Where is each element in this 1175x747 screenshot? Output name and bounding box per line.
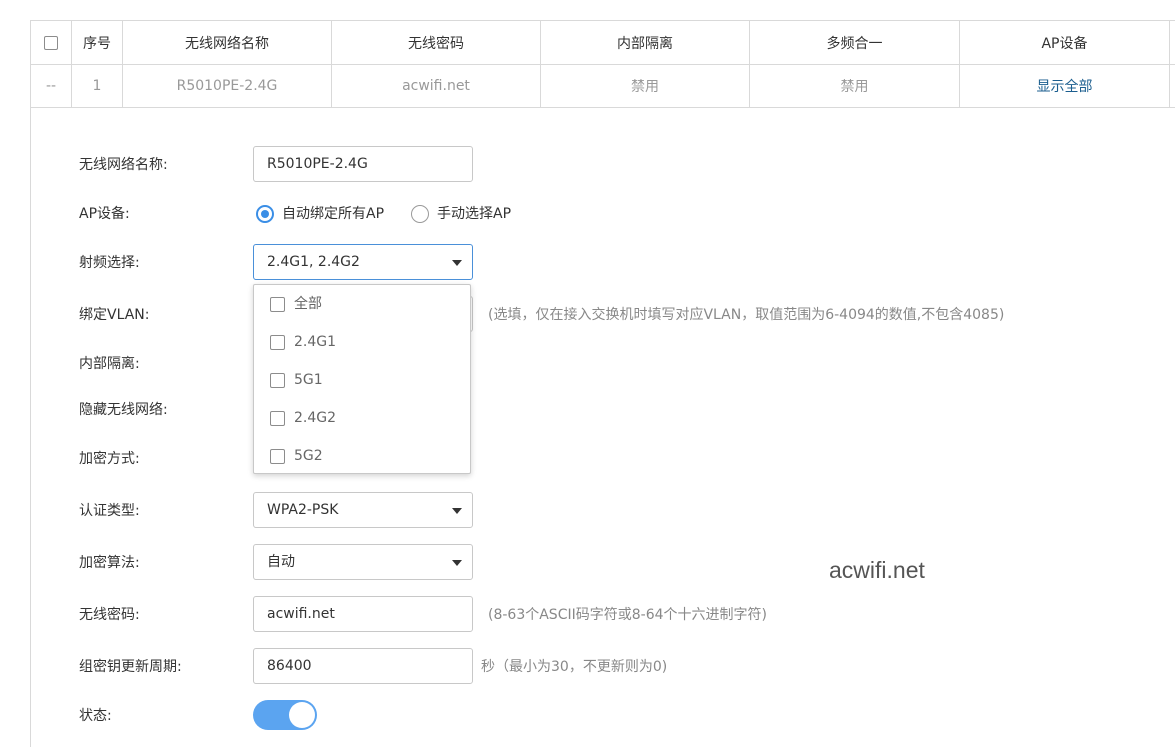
watermark-text: acwifi.net — [829, 557, 925, 584]
algorithm-select[interactable]: 自动 — [253, 544, 473, 580]
option-checkbox[interactable] — [270, 297, 285, 312]
option-label: 2.4G2 — [294, 408, 336, 428]
caret-down-icon — [452, 560, 462, 566]
radio-band-value: 2.4G1, 2.4G2 — [267, 254, 360, 270]
radio-band-select[interactable]: 2.4G1, 2.4G2 — [253, 244, 473, 280]
header-index: 序号 — [72, 21, 123, 65]
row-extra — [1170, 65, 1175, 108]
header-ssid: 无线网络名称 — [123, 21, 332, 65]
row-multiband: 禁用 — [750, 65, 960, 108]
option-5g2[interactable]: 5G2 — [270, 446, 323, 466]
show-all-link[interactable]: 显示全部 — [1037, 79, 1093, 95]
option-label: 5G2 — [294, 446, 323, 466]
option-2-4g1[interactable]: 2.4G1 — [270, 332, 336, 352]
table-row[interactable]: -- 1 R5010PE-2.4G acwifi.net 禁用 禁用 显示全部 — [31, 65, 1175, 108]
row-ssid: R5010PE-2.4G — [123, 65, 332, 108]
ap-manual-label: 手动选择AP — [437, 204, 511, 224]
option-all[interactable]: 全部 — [270, 294, 322, 314]
ap-auto-radio[interactable]: 自动绑定所有AP — [256, 204, 384, 224]
algorithm-label: 加密算法: — [79, 553, 140, 573]
status-toggle[interactable] — [253, 700, 317, 730]
rekey-hint: 秒（最小为30，不更新则为0) — [481, 657, 667, 677]
caret-down-icon — [452, 508, 462, 514]
row-dash: -- — [31, 65, 72, 108]
vlan-hint: (选填，仅在接入交换机时填写对应VLAN，取值范围为6-4094的数值,不包含4… — [488, 305, 1004, 325]
option-2-4g2[interactable]: 2.4G2 — [270, 408, 336, 428]
header-ap-device: AP设备 — [960, 21, 1170, 65]
table-header-row: 序号 无线网络名称 无线密码 内部隔离 多频合一 AP设备 — [31, 21, 1175, 65]
password-hint: (8-63个ASCII码字符或8-64个十六进制字符) — [488, 605, 767, 625]
rekey-input[interactable]: 86400 — [253, 648, 473, 684]
ssid-label: 无线网络名称: — [79, 155, 168, 175]
option-5g1[interactable]: 5G1 — [270, 370, 323, 390]
password-label: 无线密码: — [79, 605, 140, 625]
password-input[interactable]: acwifi.net — [253, 596, 473, 632]
ssid-input[interactable]: R5010PE-2.4G — [253, 146, 473, 182]
radio-band-dropdown: 全部 2.4G1 5G1 2.4G2 5G2 — [253, 284, 471, 474]
caret-down-icon — [452, 260, 462, 266]
option-checkbox[interactable] — [270, 411, 285, 426]
select-all-checkbox[interactable] — [44, 36, 58, 50]
row-password: acwifi.net — [332, 65, 541, 108]
ap-label: AP设备: — [79, 204, 130, 224]
header-multiband: 多频合一 — [750, 21, 960, 65]
header-extra — [1170, 21, 1175, 65]
row-index: 1 — [72, 65, 123, 108]
algorithm-value: 自动 — [267, 554, 295, 570]
header-isolation: 内部隔离 — [541, 21, 750, 65]
ap-auto-label: 自动绑定所有AP — [282, 204, 384, 224]
hide-ssid-label: 隐藏无线网络: — [79, 400, 168, 420]
auth-type-value: WPA2-PSK — [267, 502, 338, 518]
wireless-network-table: 序号 无线网络名称 无线密码 内部隔离 多频合一 AP设备 -- 1 R5010… — [30, 20, 1175, 108]
radio-unchecked-icon — [411, 205, 429, 223]
isolation-label: 内部隔离: — [79, 354, 140, 374]
option-checkbox[interactable] — [270, 449, 285, 464]
ap-manual-radio[interactable]: 手动选择AP — [411, 204, 511, 224]
select-all-cell[interactable] — [31, 21, 72, 65]
option-checkbox[interactable] — [270, 335, 285, 350]
header-password: 无线密码 — [332, 21, 541, 65]
option-label: 2.4G1 — [294, 332, 336, 352]
row-isolation: 禁用 — [541, 65, 750, 108]
rekey-label: 组密钥更新周期: — [79, 657, 182, 677]
radio-checked-icon — [256, 205, 274, 223]
auth-type-label: 认证类型: — [79, 501, 140, 521]
radio-band-label: 射频选择: — [79, 253, 140, 273]
option-label: 全部 — [294, 294, 322, 314]
vlan-label: 绑定VLAN: — [79, 305, 149, 325]
toggle-knob — [289, 702, 315, 728]
row-ap-device: 显示全部 — [960, 65, 1170, 108]
status-label: 状态: — [79, 706, 112, 726]
edit-panel — [30, 107, 1175, 747]
option-checkbox[interactable] — [270, 373, 285, 388]
auth-type-select[interactable]: WPA2-PSK — [253, 492, 473, 528]
option-label: 5G1 — [294, 370, 323, 390]
encryption-label: 加密方式: — [79, 449, 140, 469]
